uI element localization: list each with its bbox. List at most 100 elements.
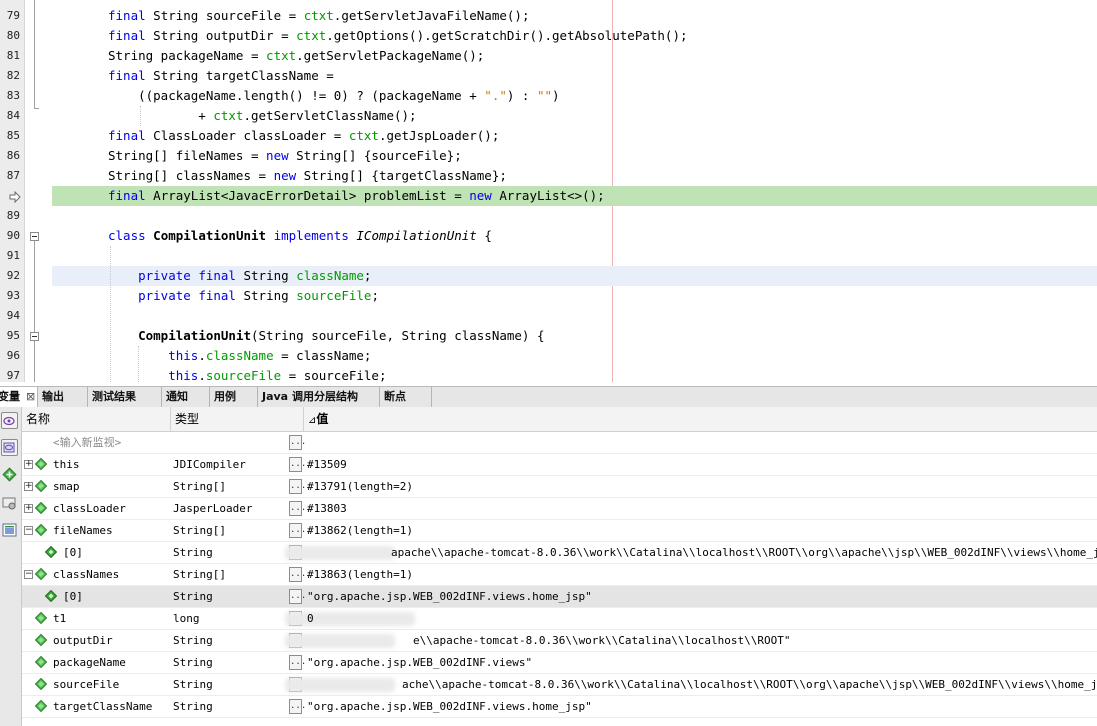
- value-editor-button[interactable]: ...: [289, 589, 306, 604]
- program-counter-arrow-icon: [9, 191, 21, 203]
- variable-type: String: [173, 700, 213, 713]
- variable-name: this: [53, 458, 80, 471]
- code-line[interactable]: String[] classNames = new String[] {targ…: [52, 166, 1097, 186]
- tab-output[interactable]: 输出: [38, 387, 88, 407]
- code-line[interactable]: CompilationUnit(String sourceFile, Strin…: [52, 326, 1097, 346]
- variable-field-icon: [34, 677, 48, 691]
- variable-field-icon: [34, 633, 48, 647]
- variable-value[interactable]: #13803: [307, 498, 347, 520]
- variable-row[interactable]: [0] String... "org.apache.jsp.WEB_002dINF.…: [22, 586, 1097, 608]
- value-editor-button[interactable]: ...: [289, 523, 306, 538]
- code-line[interactable]: String[] fileNames = new String[] {sourc…: [52, 146, 1097, 166]
- expand-icon[interactable]: +: [24, 460, 33, 469]
- debug-panel-tabs: 变量 ⊠ 输出 测试结果 通知 用例 Java 调用分层结构 断点: [0, 386, 1097, 408]
- column-header-type[interactable]: 类型: [171, 407, 304, 431]
- variable-value[interactable]: "org.apache.jsp.WEB_002dINF.views.home_j…: [307, 696, 592, 718]
- variable-value[interactable]: #13862(length=1): [307, 520, 413, 542]
- code-line[interactable]: private final String sourceFile;: [52, 286, 1097, 306]
- variable-value[interactable]: apache\\apache-tomcat-8.0.36\\work\\Cata…: [391, 542, 1097, 564]
- value-editor-button[interactable]: ...: [289, 479, 306, 494]
- tab-java-call-hierarchy[interactable]: Java 调用分层结构: [258, 387, 380, 407]
- code-line[interactable]: class CompilationUnit implements ICompil…: [52, 226, 1097, 246]
- breakpoint-settings-icon[interactable]: [2, 495, 18, 511]
- variable-row[interactable]: + classLoader JasperLoader... #13803: [22, 498, 1097, 520]
- code-line[interactable]: this.sourceFile = sourceFile;: [52, 366, 1097, 382]
- variable-row[interactable]: − fileNames String[]... #13862(length=1): [22, 520, 1097, 542]
- variable-row[interactable]: − classNames String[]... #13863(length=1): [22, 564, 1097, 586]
- collapse-icon[interactable]: −: [24, 526, 33, 535]
- code-line[interactable]: private final String className;: [52, 266, 1097, 286]
- variable-row[interactable]: t1long...0: [22, 608, 1097, 630]
- fold-collapse-icon[interactable]: [30, 232, 39, 241]
- code-line[interactable]: [52, 206, 1097, 226]
- variable-row[interactable]: + this JDICompiler... #13509: [22, 454, 1097, 476]
- expand-icon[interactable]: +: [24, 482, 33, 491]
- variable-row[interactable]: targetClassName String... "org.apache.jsp.…: [22, 696, 1097, 718]
- column-header-value-label: 值: [316, 412, 329, 426]
- variable-field-icon: [34, 523, 48, 537]
- add-watch-icon[interactable]: [2, 467, 18, 483]
- fold-guide-line: [34, 0, 35, 108]
- variable-row[interactable]: + smap String[]... #13791(length=2): [22, 476, 1097, 498]
- new-watch-input[interactable]: <输入新监视>: [53, 432, 121, 454]
- tab-breakpoints[interactable]: 断点: [380, 387, 432, 407]
- variable-row[interactable]: sourceFileString...ache\\apache-tomcat-8…: [22, 674, 1097, 696]
- variable-type: String[]: [173, 480, 226, 493]
- new-watch-row[interactable]: <输入新监视> ...: [22, 432, 1097, 454]
- code-line[interactable]: final ClassLoader classLoader = ctxt.get…: [52, 126, 1097, 146]
- watch-button[interactable]: [1, 412, 18, 429]
- variable-value[interactable]: e\\apache-tomcat-8.0.36\\work\\Catalina\…: [413, 630, 791, 652]
- tab-variables[interactable]: 变量 ⊠: [0, 387, 38, 407]
- variable-type: String: [173, 656, 213, 669]
- line-number: 97: [6, 369, 20, 382]
- panel-layout-icon[interactable]: [2, 522, 18, 538]
- code-line[interactable]: final String sourceFile = ctxt.getServle…: [52, 6, 1097, 26]
- close-icon[interactable]: ⊠: [26, 390, 35, 403]
- code-line[interactable]: ((packageName.length() != 0) ? (packageN…: [52, 86, 1097, 106]
- code-line[interactable]: final String outputDir = ctxt.getOptions…: [52, 26, 1097, 46]
- code-line[interactable]: final String targetClassName =: [52, 66, 1097, 86]
- code-line[interactable]: this.className = className;: [52, 346, 1097, 366]
- current-execution-line[interactable]: final ArrayList<JavacErrorDetail> proble…: [52, 186, 1097, 206]
- value-editor-button[interactable]: ...: [289, 457, 306, 472]
- code-editor[interactable]: 79 80 81 82 83 84 85 86 87 89 90 91 92 93 94 95 96 97 fin…: [0, 0, 1097, 382]
- tab-notifications[interactable]: 通知: [162, 387, 210, 407]
- line-number: 94: [6, 309, 20, 322]
- line-number: 79: [6, 9, 20, 22]
- value-editor-button[interactable]: ...: [289, 655, 306, 670]
- value-editor-button[interactable]: ...: [289, 435, 306, 450]
- value-editor-button[interactable]: ...: [289, 567, 306, 582]
- code-line[interactable]: [52, 306, 1097, 326]
- line-number: 87: [6, 169, 20, 182]
- variable-row[interactable]: [0]String...apache\\apache-tomcat-8.0.36…: [22, 542, 1097, 564]
- column-header-value[interactable]: ⊿值: [304, 407, 1097, 431]
- variable-value[interactable]: "org.apache.jsp.WEB_002dINF.views": [307, 652, 532, 674]
- variable-value[interactable]: "org.apache.jsp.WEB_002dINF.views.home_j…: [307, 586, 592, 608]
- tab-usages[interactable]: 用例: [210, 387, 258, 407]
- variable-field-icon: [34, 457, 48, 471]
- fold-collapse-icon[interactable]: [30, 332, 39, 341]
- value-editor-button[interactable]: ...: [289, 501, 306, 516]
- watch-settings-button[interactable]: [1, 439, 18, 456]
- variable-row[interactable]: outputDirString...e\\apache-tomcat-8.0.3…: [22, 630, 1097, 652]
- variable-name: [0]: [63, 546, 83, 559]
- variable-row[interactable]: packageName String... "org.apache.jsp.WEB_…: [22, 652, 1097, 674]
- code-line[interactable]: [52, 246, 1097, 266]
- variable-value[interactable]: #13509: [307, 454, 347, 476]
- line-number: 91: [6, 249, 20, 262]
- collapse-icon[interactable]: −: [24, 570, 33, 579]
- variable-value[interactable]: #13791(length=2): [307, 476, 413, 498]
- column-header-name[interactable]: 名称: [22, 407, 171, 431]
- variable-value[interactable]: ache\\apache-tomcat-8.0.36\\work\\Catali…: [402, 674, 1097, 696]
- variable-type: String: [173, 678, 213, 691]
- value-editor-button[interactable]: ...: [289, 699, 306, 714]
- code-line[interactable]: + ctxt.getServletClassName();: [52, 106, 1097, 126]
- expand-icon[interactable]: +: [24, 504, 33, 513]
- variable-type: long: [173, 612, 200, 625]
- variable-value[interactable]: 0: [307, 608, 314, 630]
- line-number: 89: [6, 209, 20, 222]
- variable-value[interactable]: #13863(length=1): [307, 564, 413, 586]
- code-line[interactable]: String packageName = ctxt.getServletPack…: [52, 46, 1097, 66]
- fold-margin: [25, 0, 45, 382]
- tab-test-results[interactable]: 测试结果: [88, 387, 162, 407]
